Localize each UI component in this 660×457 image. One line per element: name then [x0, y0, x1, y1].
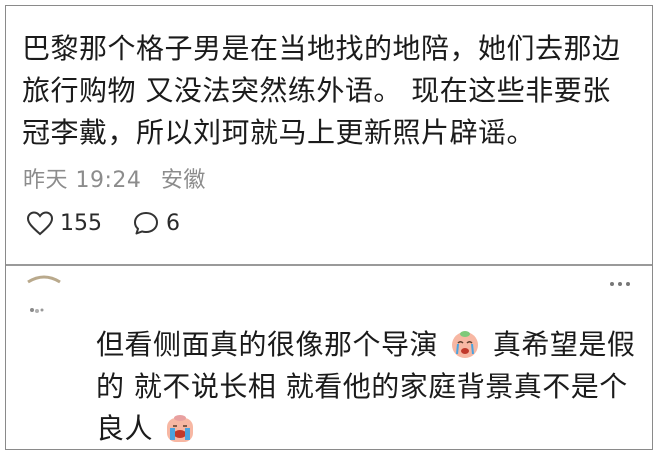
heart-icon [26, 211, 54, 236]
comment-meta: 昨天 19:24 安徽 [23, 162, 218, 194]
reply-text-part1: 但看侧面真的很像那个导演 [96, 328, 439, 361]
like-count: 155 [60, 210, 102, 236]
reply-button[interactable]: 6 [132, 210, 180, 236]
wailing-face-emoji [167, 415, 194, 442]
reply-body: 但看侧面真的很像那个导演 真希望是假的 就不说长相 就看他的家庭背景真不是个良人 [96, 324, 636, 449]
more-dots-icon[interactable] [610, 282, 630, 286]
speech-bubble-icon [134, 212, 158, 235]
comment-time: 昨天 19:24 [23, 168, 142, 193]
comment-body: 巴黎那个格子男是在当地找的地陪，她们去那边旅行购物 又没法突然练外语。 现在这些… [22, 32, 621, 149]
comment-card: 巴黎那个格子男是在当地找的地陪，她们去那边旅行购物 又没法突然练外语。 现在这些… [5, 5, 653, 450]
comment-location: 安徽 [160, 168, 206, 193]
comment-actions: 155 6 [26, 210, 210, 236]
divider [6, 264, 652, 266]
crying-face-emoji [452, 331, 479, 358]
reply-count: 6 [166, 210, 180, 236]
like-button[interactable]: 155 [26, 210, 102, 236]
avatar[interactable] [24, 274, 64, 318]
